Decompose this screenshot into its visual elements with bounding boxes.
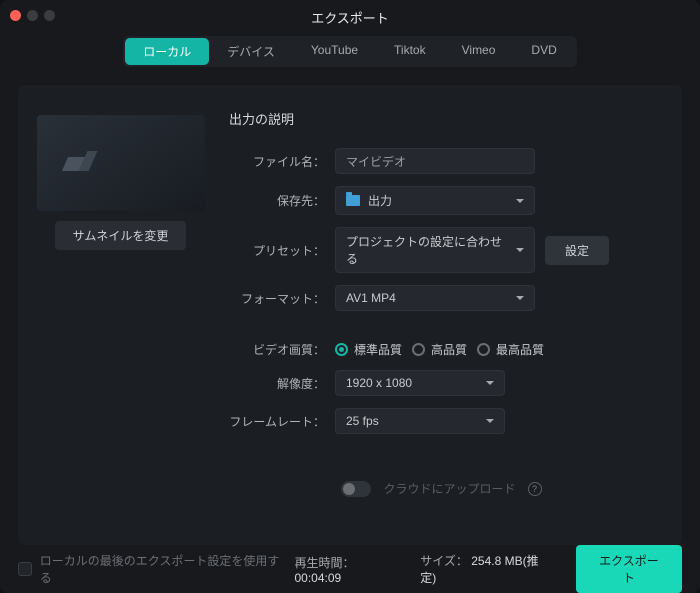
close-icon[interactable] [10,10,21,21]
section-title: 出力の説明 [223,109,660,128]
preset-select[interactable]: プロジェクトの設定に合わせる [335,227,535,273]
resolution-label: 解像度： [223,375,335,392]
settings-button[interactable]: 設定 [545,236,609,265]
quality-high-label: 高品質 [431,341,467,358]
chevron-down-icon [516,248,524,252]
cloud-upload-toggle[interactable] [341,481,371,497]
filename-input[interactable] [335,148,535,174]
resolution-select[interactable]: 1920 x 1080 [335,370,505,396]
duration-label: 再生時間： [294,556,354,570]
cloud-upload-label: クラウドにアップロード [383,480,515,497]
chevron-down-icon [486,419,494,423]
preset-value: プロジェクトの設定に合わせる [346,233,508,267]
format-value: AV1 MP4 [346,291,396,305]
minimize-icon[interactable] [27,10,38,21]
format-select[interactable]: AV1 MP4 [335,285,535,311]
chevron-down-icon [516,296,524,300]
export-button[interactable]: エクスポート [576,545,682,593]
framerate-label: フレームレート： [223,413,335,430]
chevron-down-icon [516,199,524,203]
radio-icon [477,343,490,356]
quality-label: ビデオ画質： [223,341,335,358]
tab-strip: ローカル デバイス YouTube Tiktok Vimeo DVD [0,34,700,75]
quality-standard-label: 標準品質 [354,341,402,358]
quality-standard-radio[interactable]: 標準品質 [335,341,402,358]
resolution-value: 1920 x 1080 [346,376,412,390]
framerate-value: 25 fps [346,414,379,428]
thumbnail-preview [37,115,205,211]
change-thumbnail-button[interactable]: サムネイルを変更 [55,221,187,250]
duration-value: 00:04:09 [294,571,341,585]
folder-icon [346,195,360,206]
remember-settings-label: ローカルの最後のエクスポート設定を使用する [40,552,287,586]
size-label: サイズ： [420,554,468,568]
tab-vimeo[interactable]: Vimeo [444,38,514,65]
radio-icon [412,343,425,356]
maximize-icon[interactable] [44,10,55,21]
filename-label: ファイル名： [223,153,335,170]
tab-dvd[interactable]: DVD [513,38,574,65]
preset-label: プリセット： [223,242,335,259]
quality-best-label: 最高品質 [496,341,544,358]
chevron-down-icon [486,381,494,385]
tab-device[interactable]: デバイス [209,38,293,65]
tab-youtube[interactable]: YouTube [293,38,376,65]
window-title: エクスポート [311,8,389,27]
saveto-label: 保存先： [223,192,335,209]
radio-icon [335,343,348,356]
tab-local[interactable]: ローカル [125,38,209,65]
saveto-select[interactable]: 出力 [335,186,535,215]
quality-best-radio[interactable]: 最高品質 [477,341,544,358]
remember-settings-checkbox[interactable] [18,562,32,576]
framerate-select[interactable]: 25 fps [335,408,505,434]
saveto-value: 出力 [368,192,392,209]
tab-tiktok[interactable]: Tiktok [376,38,444,65]
format-label: フォーマット： [223,290,335,307]
quality-high-radio[interactable]: 高品質 [412,341,467,358]
help-icon[interactable]: ? [528,482,542,496]
